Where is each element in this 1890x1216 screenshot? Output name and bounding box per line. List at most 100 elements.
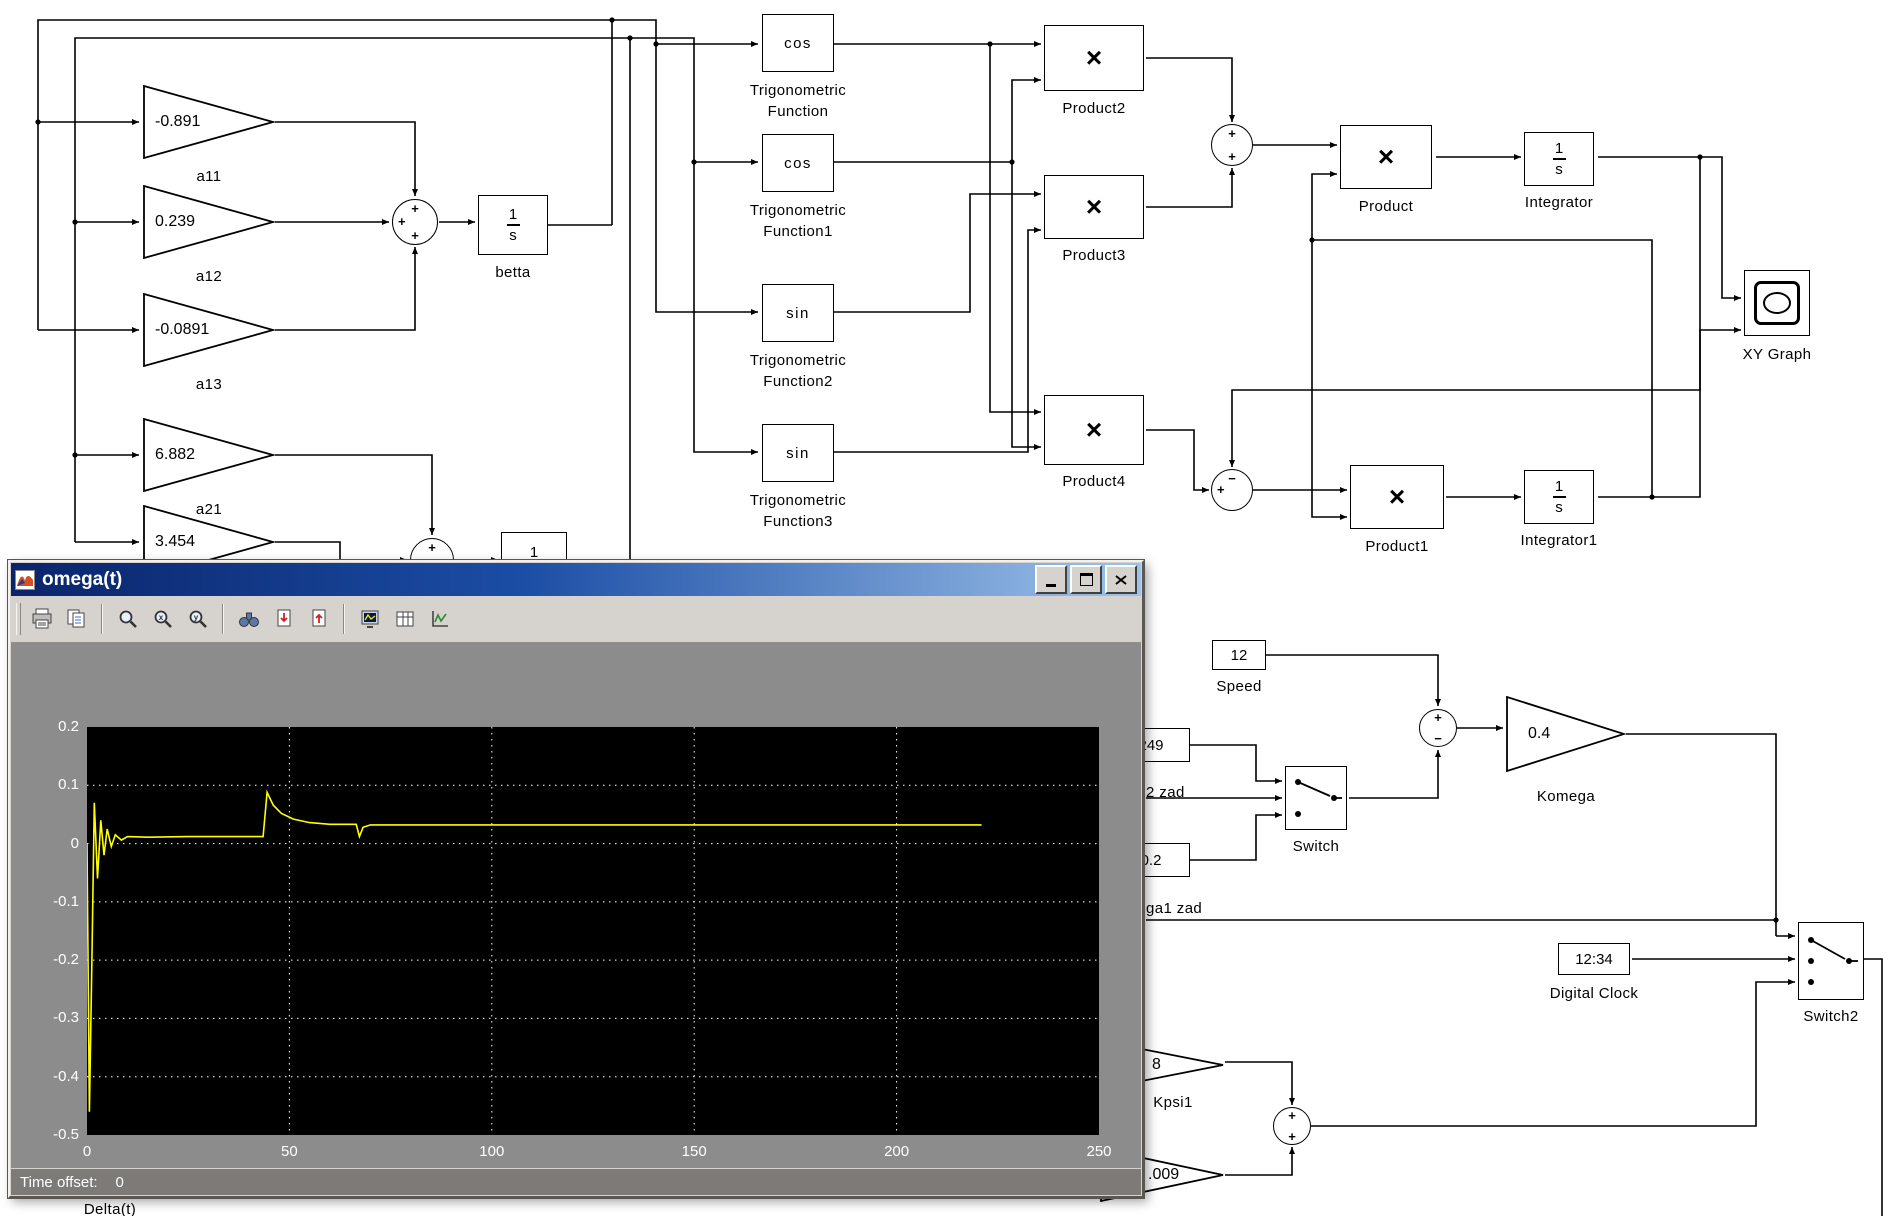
gain-block-a12[interactable]: 0.239 xyxy=(143,185,275,259)
sum-sign: + xyxy=(428,541,436,554)
constant-speed-label: Speed xyxy=(1206,676,1272,697)
integrator-block[interactable]: 1s xyxy=(1524,132,1594,186)
frac-den: s xyxy=(509,228,517,243)
y-tick-label: -0.1 xyxy=(25,892,79,912)
close-button[interactable] xyxy=(1105,565,1137,594)
svg-text:y: y xyxy=(193,613,198,622)
toolbar-handle[interactable] xyxy=(16,603,21,635)
trig-fn: sin xyxy=(786,445,810,462)
multiply-icon: × xyxy=(1086,44,1102,72)
scope-plot xyxy=(87,727,1099,1135)
y-tick-label: 0.2 xyxy=(25,717,79,737)
gain-block-a21[interactable]: 6.882 xyxy=(143,418,275,492)
x-tick-label: 150 xyxy=(674,1143,714,1160)
trig-label-line: Trigonometric xyxy=(692,200,904,221)
gain-block-komega[interactable]: 0.4 xyxy=(1506,696,1626,772)
gain-kpsi1-value: 8 xyxy=(1152,1056,1161,1074)
integrator-label: Integrator xyxy=(1494,192,1624,213)
signal-selection-button[interactable] xyxy=(422,603,457,636)
zoom-y-button[interactable]: y xyxy=(180,603,215,636)
product-block[interactable]: × xyxy=(1340,125,1432,189)
svg-text:x: x xyxy=(158,613,163,622)
report-button[interactable] xyxy=(59,603,94,636)
trig-label-2: Trigonometric Function2 xyxy=(692,350,904,392)
gain-kpsi2-value: .009 xyxy=(1148,1166,1179,1184)
close-icon xyxy=(1115,575,1127,585)
print-icon xyxy=(30,608,54,630)
trig-fn: cos xyxy=(784,155,812,172)
constant-value: 12 xyxy=(1231,647,1248,664)
y-tick-label: -0.5 xyxy=(25,1125,79,1145)
autoscale-button[interactable] xyxy=(231,603,266,636)
minimize-button[interactable] xyxy=(1035,565,1067,594)
scope-plot-canvas[interactable] xyxy=(87,727,1099,1135)
switch-block[interactable] xyxy=(1285,766,1347,830)
product4-block[interactable]: × xyxy=(1044,395,1144,465)
trig-label-line: Trigonometric xyxy=(692,80,904,101)
digital-clock-block[interactable]: 12:34 xyxy=(1558,943,1630,975)
product1-block[interactable]: × xyxy=(1350,465,1444,529)
trig-label-3: Trigonometric Function3 xyxy=(692,490,904,532)
frac-num: 1 xyxy=(530,545,538,560)
zoom-icon xyxy=(117,608,139,630)
gain-block-a11[interactable]: -0.891 xyxy=(143,85,275,159)
switch-icon xyxy=(1288,770,1344,826)
scope-titlebar[interactable]: omega(t) xyxy=(11,563,1141,596)
trig-block-cos1[interactable]: cos xyxy=(762,134,834,192)
delta-label: Delta(t) xyxy=(40,1199,180,1216)
y-tick-label: 0 xyxy=(25,834,79,854)
maximize-icon xyxy=(1080,573,1093,586)
xy-graph-icon xyxy=(1754,281,1800,325)
sum-block-low[interactable]: − + xyxy=(1211,469,1253,511)
simulink-model-canvas: -0.891 a11 0.239 a12 -0.0891 a13 6.882 a… xyxy=(0,0,1890,1216)
xy-graph-block[interactable] xyxy=(1744,270,1810,336)
trig-block-sin2[interactable]: sin xyxy=(762,284,834,342)
product3-block[interactable]: × xyxy=(1044,175,1144,239)
sum-sign: + xyxy=(1434,711,1442,724)
zoom-button[interactable] xyxy=(110,603,145,636)
zoom-y-icon: y xyxy=(187,608,209,630)
gain-a11-label: a11 xyxy=(143,166,275,187)
save-axes-button[interactable] xyxy=(266,603,301,636)
print-button[interactable] xyxy=(24,603,59,636)
trig-block-sin3[interactable]: sin xyxy=(762,424,834,482)
trig-label-line: Function xyxy=(692,101,904,122)
switch-label: Switch xyxy=(1280,836,1352,857)
parameters-button[interactable] xyxy=(387,603,422,636)
frac-num: 1 xyxy=(1555,141,1563,156)
integrator1-label: Integrator1 xyxy=(1494,530,1624,551)
integrator1-block[interactable]: 1s xyxy=(1524,470,1594,524)
multiply-icon: × xyxy=(1389,483,1405,511)
window-title: omega(t) xyxy=(42,569,1032,591)
x-tick-label: 200 xyxy=(877,1143,917,1160)
gain-a12-label: a12 xyxy=(143,266,275,287)
sum-block-psi[interactable]: + + xyxy=(1273,1107,1311,1145)
integrator-block-betta[interactable]: 1s xyxy=(478,195,548,255)
integrator-betta-label: betta xyxy=(478,262,548,283)
scope-window[interactable]: omega(t) xyxy=(8,560,1144,1198)
x-tick-label: 250 xyxy=(1079,1143,1119,1160)
maximize-button[interactable] xyxy=(1070,565,1102,594)
switch2-block[interactable] xyxy=(1798,922,1864,1000)
parameters-icon xyxy=(393,608,417,630)
product2-block[interactable]: × xyxy=(1044,25,1144,91)
trig-label-line: Function2 xyxy=(692,371,904,392)
trig-label-line: Trigonometric xyxy=(692,490,904,511)
scope-plot-area: 0.20.10-0.1-0.2-0.3-0.4-0.50501001502002… xyxy=(11,643,1141,1168)
constant-speed-block[interactable]: 12 xyxy=(1212,640,1266,670)
x-tick-label: 50 xyxy=(269,1143,309,1160)
zoom-x-button[interactable]: x xyxy=(145,603,180,636)
sum-block-speed-error[interactable]: + − xyxy=(1419,709,1457,747)
frac-den: s xyxy=(1555,500,1563,515)
gain-block-a13[interactable]: -0.0891 xyxy=(143,293,275,367)
toolbar-separator xyxy=(101,604,103,634)
sum-block-1[interactable]: + + + xyxy=(392,199,438,245)
scope-display-button[interactable] xyxy=(352,603,387,636)
sum-sign: + xyxy=(1288,1109,1296,1122)
y-tick-label: 0.1 xyxy=(25,775,79,795)
sum-block-top[interactable]: + + xyxy=(1211,124,1253,166)
trig-block-cos[interactable]: cos xyxy=(762,14,834,72)
restore-axes-button[interactable] xyxy=(301,603,336,636)
plot-gridlines xyxy=(87,727,1099,1135)
gain-a13-label: a13 xyxy=(143,374,275,395)
